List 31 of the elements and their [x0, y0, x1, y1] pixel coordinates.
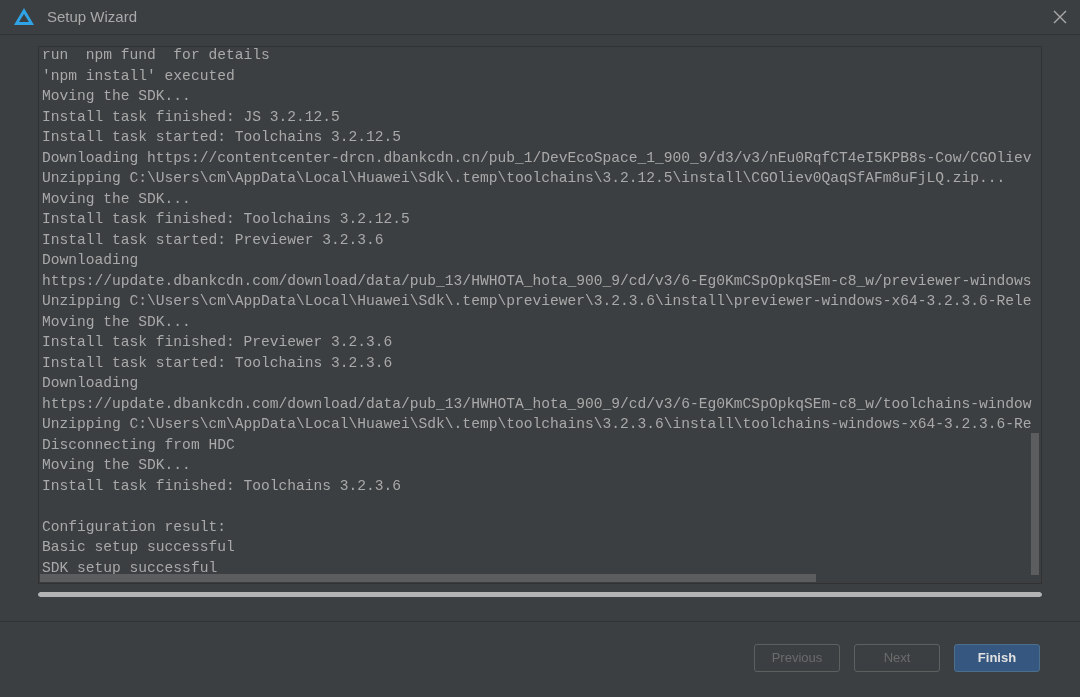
log-line: Downloading — [42, 374, 139, 393]
scrollbar-thumb[interactable] — [40, 574, 816, 582]
log-line: Moving the SDK... — [42, 87, 191, 106]
log-line: Install task finished: JS 3.2.12.5 — [42, 107, 340, 127]
log-line: https://update.dbankcdn.com/download/data/pub_13/HWHOTA_hota_900_9/cd/v3/6-Eg0KmCSpOpkqSEm-c8_w/previewer-windows — [42, 271, 1032, 291]
log-line: 'npm install' executed — [42, 66, 235, 86]
log-line: Downloading https://contentcenter-drcn.dbankcdn.cn/pub_1/DevEcoSpace_1_900_9/d3/v3/nEu0RqfCT4eI5KPB8s-Cow/CGOliev — [42, 148, 1032, 168]
log-line: https://update.dbankcdn.com/download/data/pub_13/HWHOTA_hota_900_9/cd/v3/6-Eg0KmCSpOpkqSEm-c8_w/toolchains-window — [42, 394, 1032, 414]
log-line: Configuration result: — [42, 517, 226, 537]
log-line: Moving the SDK... — [42, 312, 191, 332]
finish-button[interactable]: Finish — [954, 644, 1040, 672]
log-line: run npm fund for details — [42, 47, 270, 65]
log-line: Moving the SDK... — [42, 189, 191, 209]
log-line: Downloading — [42, 251, 139, 270]
window-title: Setup Wizard — [47, 6, 138, 27]
scrollbar-thumb[interactable] — [1031, 433, 1039, 575]
log-line: Unzipping C:\Users\cm\AppData\Local\Huawei\Sdk\.temp\toolchains\3.2.3.6\install\toolchains-windows-x64-3.2.3.6-Re — [42, 415, 1032, 434]
log-line: Install task finished: Toolchains 3.2.3.6 — [42, 476, 402, 496]
log-line: Install task started: Previewer 3.2.3.6 — [42, 230, 384, 250]
log-line: Basic setup successful — [42, 538, 235, 557]
log-line: Install task finished: Previewer 3.2.3.6 — [42, 333, 393, 352]
log-line: Unzipping C:\Users\cm\AppData\Local\Huawei\Sdk\.temp\toolchains\3.2.12.5\install\CGOliev0QaqSfAFm8uFjLQ.zip... — [42, 169, 1006, 188]
log-line: Unzipping C:\Users\cm\AppData\Local\Huawei\Sdk\.temp\previewer\3.2.3.6\install\previewer-windows-x64-3.2.3.6-Rele — [42, 292, 1032, 311]
log-line: Install task finished: Toolchains 3.2.12.5 — [42, 210, 410, 229]
log-line: Install task started: Toolchains 3.2.3.6 — [42, 353, 393, 373]
log-line: Moving the SDK... — [42, 456, 191, 475]
log-line: Install task started: Toolchains 3.2.12.5 — [42, 128, 402, 147]
log-line: Disconnecting from HDC — [42, 435, 235, 455]
log-line: SDK setup successful — [42, 558, 218, 578]
close-icon[interactable] — [1053, 10, 1067, 24]
logo-icon — [13, 7, 35, 27]
